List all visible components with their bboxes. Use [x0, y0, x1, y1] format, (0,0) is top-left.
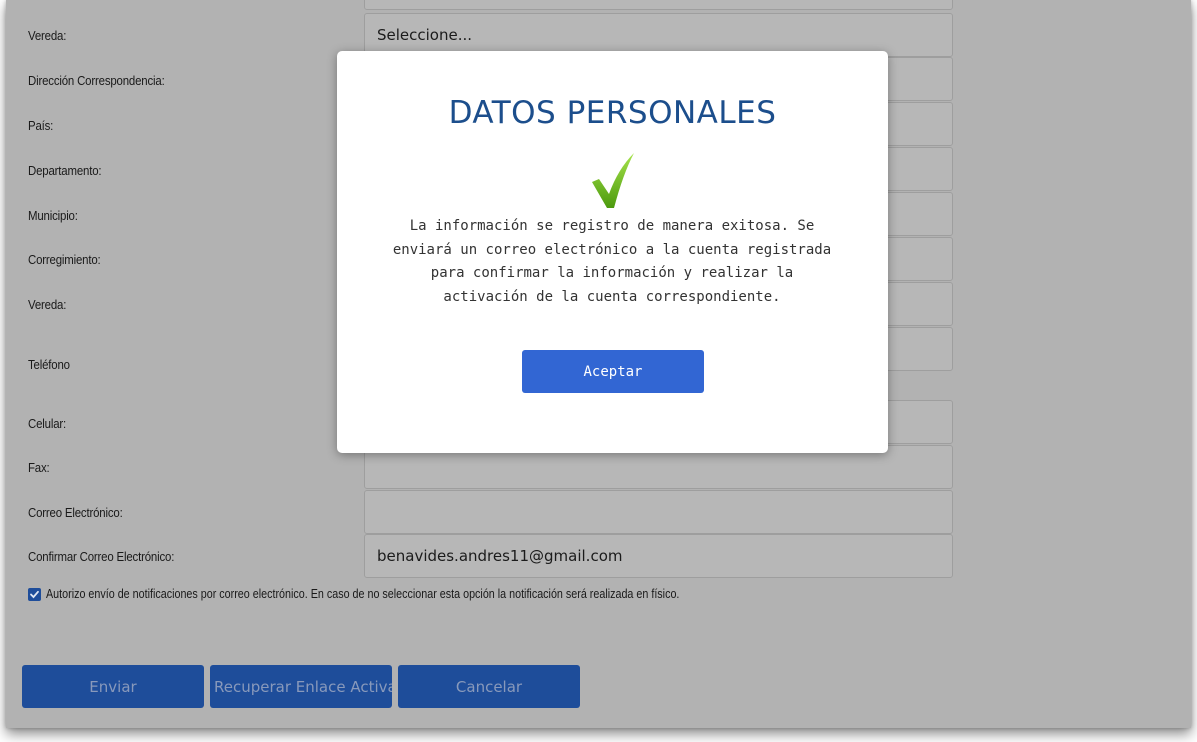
success-modal: DATOS PERSONALES La información se regis…: [337, 51, 888, 453]
field-top-partial: [364, 0, 953, 10]
label-corregimiento: Corregimiento:: [28, 252, 101, 267]
label-celular: Celular:: [28, 416, 67, 431]
send-button[interactable]: Enviar: [22, 665, 204, 708]
cancel-button[interactable]: Cancelar: [398, 665, 580, 708]
checkmark-icon: [592, 153, 634, 208]
correo-input[interactable]: [364, 490, 953, 534]
label-departamento: Departamento:: [28, 163, 102, 178]
label-confirmar-correo: Confirmar Correo Electrónico:: [28, 549, 175, 564]
page-frame: Vereda: Seleccione... Dirección Correspo…: [6, 0, 1191, 728]
recover-link-button[interactable]: Recuperar Enlace Activa: [210, 665, 392, 708]
checkbox-check-icon: [30, 590, 39, 598]
label-municipio: Municipio:: [28, 208, 78, 223]
confirmar-correo-input[interactable]: benavides.andres11@gmail.com: [364, 534, 953, 578]
label-vereda: Vereda:: [28, 28, 67, 43]
label-correo: Correo Electrónico:: [28, 505, 123, 520]
label-direccion: Dirección Correspondencia:: [28, 73, 165, 88]
label-telefono: Teléfono: [28, 357, 70, 372]
label-fax: Fax:: [28, 460, 50, 475]
modal-message: La información se registro de manera exi…: [392, 218, 832, 305]
label-vereda-2: Vereda:: [28, 297, 67, 312]
consent-text: Autorizo envío de notificaciones por cor…: [46, 587, 680, 601]
accept-button[interactable]: Aceptar: [522, 350, 704, 393]
consent-checkbox[interactable]: [28, 587, 41, 601]
label-pais: País:: [28, 118, 54, 133]
modal-title: DATOS PERSONALES: [448, 95, 777, 131]
consent-row: Autorizo envío de notificaciones por cor…: [28, 587, 783, 601]
